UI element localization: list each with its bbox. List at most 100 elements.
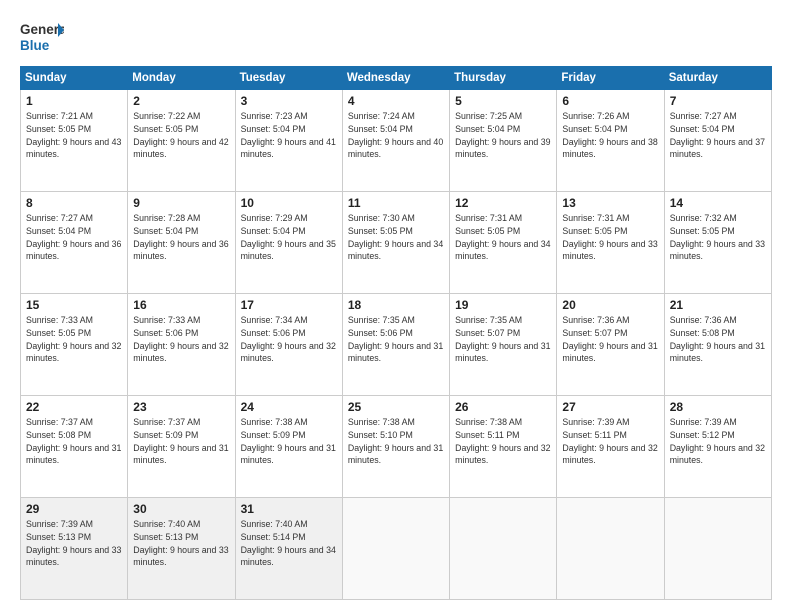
calendar-week-row: 8 Sunrise: 7:27 AMSunset: 5:04 PMDaylight… [21, 192, 772, 294]
page: General Blue SundayMondayTuesdayWednesda… [0, 0, 792, 612]
calendar-day-cell [342, 498, 449, 600]
day-number: 18 [348, 298, 444, 312]
calendar-day-cell: 19 Sunrise: 7:35 AMSunset: 5:07 PMDayligh… [450, 294, 557, 396]
calendar-day-cell: 29Sunrise: 7:39 AMSunset: 5:13 PMDayligh… [21, 498, 128, 600]
logo-graphic-wrapper: General Blue [20, 18, 64, 56]
day-info: Sunrise: 7:38 AMSunset: 5:09 PMDaylight:… [241, 416, 337, 467]
svg-text:Blue: Blue [20, 38, 50, 53]
day-number: 31 [241, 502, 337, 516]
day-number: 17 [241, 298, 337, 312]
day-number: 12 [455, 196, 551, 210]
day-number: 23 [133, 400, 229, 414]
calendar-day-cell: 15 Sunrise: 7:33 AMSunset: 5:05 PMDayligh… [21, 294, 128, 396]
weekday-header: Sunday [21, 67, 128, 90]
day-number: 9 [133, 196, 229, 210]
day-info: Sunrise: 7:33 AMSunset: 5:06 PMDaylight:… [133, 314, 229, 365]
calendar-day-cell: 10Sunrise: 7:29 AMSunset: 5:04 PMDayligh… [235, 192, 342, 294]
day-info: Sunrise: 7:36 AMSunset: 5:08 PMDaylight:… [670, 314, 766, 365]
day-info: Sunrise: 7:36 AMSunset: 5:07 PMDaylight:… [562, 314, 658, 365]
weekday-header: Monday [128, 67, 235, 90]
weekday-header: Saturday [664, 67, 771, 90]
header: General Blue [20, 18, 772, 56]
calendar-day-cell: 12 Sunrise: 7:31 AMSunset: 5:05 PMDayligh… [450, 192, 557, 294]
day-info: Sunrise: 7:35 AMSunset: 5:07 PMDaylight:… [455, 314, 551, 365]
day-number: 16 [133, 298, 229, 312]
calendar-day-cell: 28 Sunrise: 7:39 AMSunset: 5:12 PMDayligh… [664, 396, 771, 498]
day-info: Sunrise: 7:22 AMSunset: 5:05 PMDaylight:… [133, 110, 229, 161]
day-number: 11 [348, 196, 444, 210]
day-number: 19 [455, 298, 551, 312]
weekday-header: Wednesday [342, 67, 449, 90]
day-number: 10 [241, 196, 337, 210]
day-number: 22 [26, 400, 122, 414]
calendar-day-cell: 31 Sunrise: 7:40 AMSunset: 5:14 PMDayligh… [235, 498, 342, 600]
day-number: 24 [241, 400, 337, 414]
logo-container: General Blue [20, 18, 64, 56]
calendar-day-cell [557, 498, 664, 600]
day-info: Sunrise: 7:39 AMSunset: 5:12 PMDaylight:… [670, 416, 766, 467]
day-info: Sunrise: 7:26 AMSunset: 5:04 PMDaylight:… [562, 110, 658, 161]
calendar-week-row: 22 Sunrise: 7:37 AMSunset: 5:08 PMDayligh… [21, 396, 772, 498]
day-info: Sunrise: 7:35 AMSunset: 5:06 PMDaylight:… [348, 314, 444, 365]
day-info: Sunrise: 7:27 AMSunset: 5:04 PMDaylight:… [26, 212, 122, 263]
weekday-header: Friday [557, 67, 664, 90]
calendar-body: 1 Sunrise: 7:21 AMSunset: 5:05 PMDaylight… [21, 90, 772, 600]
calendar-table: SundayMondayTuesdayWednesdayThursdayFrid… [20, 66, 772, 600]
calendar-day-cell: 11 Sunrise: 7:30 AMSunset: 5:05 PMDayligh… [342, 192, 449, 294]
day-number: 1 [26, 94, 122, 108]
day-number: 7 [670, 94, 766, 108]
logo: General Blue [20, 18, 64, 56]
calendar-day-cell: 4 Sunrise: 7:24 AMSunset: 5:04 PMDaylight… [342, 90, 449, 192]
day-number: 15 [26, 298, 122, 312]
calendar-day-cell: 6 Sunrise: 7:26 AMSunset: 5:04 PMDaylight… [557, 90, 664, 192]
calendar-day-cell: 13Sunrise: 7:31 AMSunset: 5:05 PMDayligh… [557, 192, 664, 294]
day-info: Sunrise: 7:39 AMSunset: 5:11 PMDaylight:… [562, 416, 658, 467]
day-number: 20 [562, 298, 658, 312]
calendar-day-cell: 5Sunrise: 7:25 AMSunset: 5:04 PMDaylight… [450, 90, 557, 192]
day-info: Sunrise: 7:40 AMSunset: 5:14 PMDaylight:… [241, 518, 337, 569]
day-info: Sunrise: 7:34 AMSunset: 5:06 PMDaylight:… [241, 314, 337, 365]
day-number: 25 [348, 400, 444, 414]
day-info: Sunrise: 7:25 AMSunset: 5:04 PMDaylight:… [455, 110, 551, 161]
calendar-day-cell: 7Sunrise: 7:27 AMSunset: 5:04 PMDaylight… [664, 90, 771, 192]
day-number: 28 [670, 400, 766, 414]
svg-text:General: General [20, 22, 64, 37]
calendar-day-cell: 18 Sunrise: 7:35 AMSunset: 5:06 PMDayligh… [342, 294, 449, 396]
logo-svg: General Blue [20, 18, 64, 56]
calendar-day-cell: 21 Sunrise: 7:36 AMSunset: 5:08 PMDayligh… [664, 294, 771, 396]
calendar-day-cell: 8 Sunrise: 7:27 AMSunset: 5:04 PMDaylight… [21, 192, 128, 294]
day-number: 30 [133, 502, 229, 516]
calendar-header-row: SundayMondayTuesdayWednesdayThursdayFrid… [21, 67, 772, 90]
day-number: 27 [562, 400, 658, 414]
day-number: 8 [26, 196, 122, 210]
calendar-day-cell: 23Sunrise: 7:37 AMSunset: 5:09 PMDayligh… [128, 396, 235, 498]
calendar-day-cell: 25Sunrise: 7:38 AMSunset: 5:10 PMDayligh… [342, 396, 449, 498]
day-info: Sunrise: 7:21 AMSunset: 5:05 PMDaylight:… [26, 110, 122, 161]
calendar-day-cell: 9 Sunrise: 7:28 AMSunset: 5:04 PMDaylight… [128, 192, 235, 294]
day-number: 29 [26, 502, 122, 516]
day-info: Sunrise: 7:28 AMSunset: 5:04 PMDaylight:… [133, 212, 229, 263]
day-number: 3 [241, 94, 337, 108]
calendar-week-row: 29Sunrise: 7:39 AMSunset: 5:13 PMDayligh… [21, 498, 772, 600]
weekday-header: Thursday [450, 67, 557, 90]
calendar-day-cell: 30Sunrise: 7:40 AMSunset: 5:13 PMDayligh… [128, 498, 235, 600]
day-info: Sunrise: 7:24 AMSunset: 5:04 PMDaylight:… [348, 110, 444, 161]
day-number: 13 [562, 196, 658, 210]
day-number: 26 [455, 400, 551, 414]
day-number: 4 [348, 94, 444, 108]
calendar-day-cell: 22 Sunrise: 7:37 AMSunset: 5:08 PMDayligh… [21, 396, 128, 498]
calendar-day-cell: 14Sunrise: 7:32 AMSunset: 5:05 PMDayligh… [664, 192, 771, 294]
day-number: 6 [562, 94, 658, 108]
day-info: Sunrise: 7:38 AMSunset: 5:11 PMDaylight:… [455, 416, 551, 467]
day-number: 21 [670, 298, 766, 312]
calendar-day-cell [450, 498, 557, 600]
day-info: Sunrise: 7:31 AMSunset: 5:05 PMDaylight:… [455, 212, 551, 263]
day-info: Sunrise: 7:33 AMSunset: 5:05 PMDaylight:… [26, 314, 122, 365]
day-info: Sunrise: 7:37 AMSunset: 5:08 PMDaylight:… [26, 416, 122, 467]
weekday-header: Tuesday [235, 67, 342, 90]
calendar-day-cell [664, 498, 771, 600]
calendar-day-cell: 17 Sunrise: 7:34 AMSunset: 5:06 PMDayligh… [235, 294, 342, 396]
calendar-day-cell: 1 Sunrise: 7:21 AMSunset: 5:05 PMDaylight… [21, 90, 128, 192]
calendar-day-cell: 16 Sunrise: 7:33 AMSunset: 5:06 PMDayligh… [128, 294, 235, 396]
day-info: Sunrise: 7:30 AMSunset: 5:05 PMDaylight:… [348, 212, 444, 263]
